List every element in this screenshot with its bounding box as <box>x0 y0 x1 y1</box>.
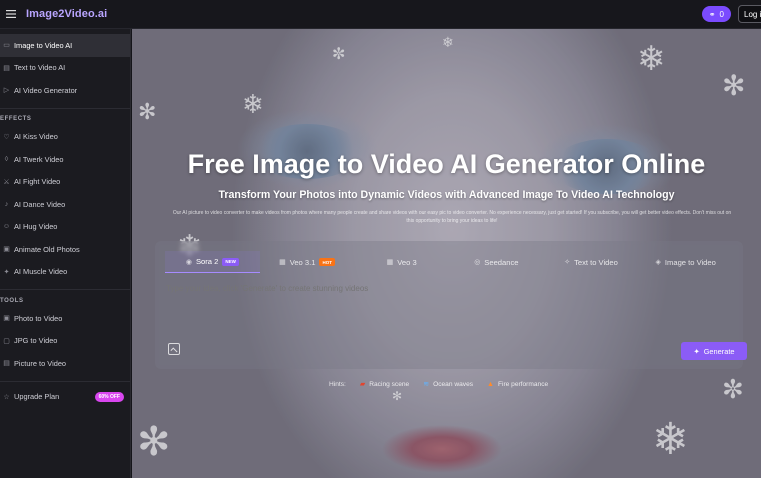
top-bar: Image2Video.ai ⚭ 0 Log i <box>0 0 761 29</box>
sidebar-item-ai-hug-video[interactable]: ☺ AI Hug Video <box>0 216 130 239</box>
fight-icon: ⚔ <box>3 178 10 186</box>
hot-badge: HOT <box>319 258 335 266</box>
page-title: Free Image to Video AI Generator Online <box>187 149 706 179</box>
seedance-icon: ◎ <box>474 259 481 266</box>
model-tabs: ◉ Sora 2 NEW ▦ Veo 3.1 HOT ▦ Veo 3 ◎ See… <box>165 251 733 273</box>
tab-label: Sora 2 <box>195 257 219 266</box>
hints-row: Hints: ▰ Racing scene ≋ Ocean waves ▲ Fi… <box>329 380 548 389</box>
tab-label: Text to Video <box>574 257 618 267</box>
photo-icon: ▣ <box>3 246 10 254</box>
credits-badge[interactable]: ⚭ 0 <box>701 6 731 22</box>
sidebar-item-text-to-video[interactable]: ▤ Text to Video AI <box>0 57 130 80</box>
hint-label: Ocean waves <box>433 380 474 388</box>
divider <box>0 107 130 109</box>
sidebar-item-label: Picture to Video <box>14 358 67 368</box>
tab-veo-3[interactable]: ▦ Veo 3 <box>354 251 449 273</box>
veo-icon: ▦ <box>386 259 394 266</box>
hero-section: ✻ ❄ ✼ ❄ ❄ ✻ ❄ ✻ ❄ ✼ ✻ Free Image to Vide… <box>132 29 761 478</box>
wave-icon: ≋ <box>423 381 430 388</box>
login-button[interactable]: Log i <box>738 5 761 23</box>
car-icon: ▰ <box>359 381 366 388</box>
sidebar-item-ai-fight-video[interactable]: ⚔ AI Fight Video <box>0 171 130 194</box>
tab-sora-2[interactable]: ◉ Sora 2 NEW <box>165 251 260 273</box>
page-subtitle: Transform Your Photos into Dynamic Video… <box>218 189 675 201</box>
tools-heading: TOOLS <box>0 297 24 304</box>
image-icon: ▭ <box>3 42 10 50</box>
hint-label: Fire performance <box>497 380 549 388</box>
tab-label: Seedance <box>484 257 519 267</box>
sidebar-item-label: AI Dance Video <box>14 199 66 209</box>
generator-panel: ◉ Sora 2 NEW ▦ Veo 3.1 HOT ▦ Veo 3 ◎ See… <box>155 241 747 369</box>
veo-icon: ▦ <box>279 259 286 266</box>
hint-racing-scene[interactable]: ▰ Racing scene <box>359 380 410 389</box>
sidebar-item-label: AI Hug Video <box>14 222 58 232</box>
tab-text-to-video[interactable]: ✧ Text to Video <box>544 251 639 273</box>
generate-label: Generate <box>703 346 735 356</box>
sidebar-item-label: Image to Video AI <box>14 40 73 50</box>
sidebar-item-label: AI Muscle Video <box>14 267 68 277</box>
upload-image-icon[interactable] <box>168 343 180 355</box>
sidebar-item-image-to-video[interactable]: ▭ Image to Video AI <box>0 34 130 57</box>
page-description: Our AI picture to video converter to mak… <box>172 210 732 224</box>
sidebar-item-ai-dance-video[interactable]: ♪ AI Dance Video <box>0 193 130 216</box>
sidebar-item-picture-to-video[interactable]: ▤ Picture to Video <box>0 352 130 375</box>
hints-label: Hints: <box>329 380 346 388</box>
tab-seedance[interactable]: ◎ Seedance <box>449 251 544 273</box>
document-icon: ▤ <box>3 64 10 72</box>
dance-icon: ◊ <box>4 155 9 163</box>
tab-veo-3-1[interactable]: ▦ Veo 3.1 HOT <box>260 251 355 273</box>
hug-icon: ☺ <box>2 223 11 231</box>
tab-label: Veo 3.1 <box>289 257 316 267</box>
dancer-icon: ♪ <box>4 200 9 208</box>
kiss-icon: ♡ <box>3 133 10 141</box>
app-logo[interactable]: Image2Video.ai <box>26 8 107 20</box>
sora-icon: ◉ <box>185 258 192 266</box>
sidebar-item-ai-twerk-video[interactable]: ◊ AI Twerk Video <box>0 148 130 171</box>
divider <box>0 289 130 290</box>
effects-heading: EFFECTS <box>0 116 32 122</box>
sidebar: ▭ Image to Video AI ▤ Text to Video AI ▷… <box>0 29 131 478</box>
hint-ocean-waves[interactable]: ≋ Ocean waves <box>423 380 474 389</box>
photo-icon: ▣ <box>3 315 10 323</box>
cube-icon: ◈ <box>655 259 661 266</box>
star-icon: ☆ <box>3 393 10 401</box>
sidebar-item-label: Animate Old Photos <box>14 244 80 254</box>
discount-badge: 60% OFF <box>94 391 124 402</box>
divider <box>0 380 130 382</box>
sidebar-item-jpg-to-video[interactable]: ▢ JPG to Video <box>0 330 130 353</box>
sidebar-item-label: Photo to Video <box>14 313 63 323</box>
video-icon: ▷ <box>3 87 10 95</box>
tab-image-to-video[interactable]: ◈ Image to Video <box>638 251 733 273</box>
picture-icon: ▤ <box>3 360 10 368</box>
muscle-icon: ✦ <box>3 268 10 276</box>
jpg-icon: ▢ <box>3 337 10 345</box>
hint-label: Racing scene <box>369 380 410 388</box>
generate-button[interactable]: ✦ Generate <box>681 342 747 360</box>
sidebar-item-animate-old-photos[interactable]: ▣ Animate Old Photos <box>0 238 130 261</box>
credits-count: 0 <box>719 9 724 19</box>
hint-fire-performance[interactable]: ▲ Fire performance <box>487 381 548 388</box>
sidebar-item-upgrade-plan[interactable]: ☆ Upgrade Plan 60% OFF <box>0 386 130 409</box>
prompt-input[interactable] <box>166 284 726 293</box>
sparkle-icon: ✧ <box>564 259 571 266</box>
sidebar-item-label: JPG to Video <box>14 336 58 346</box>
sidebar-item-label: AI Fight Video <box>14 177 61 187</box>
sidebar-item-ai-muscle-video[interactable]: ✦ AI Muscle Video <box>0 261 130 284</box>
tab-label: Image to Video <box>664 257 716 267</box>
sidebar-item-label: Text to Video AI <box>14 63 66 73</box>
menu-icon[interactable] <box>0 0 22 29</box>
new-badge: NEW <box>222 257 239 266</box>
sidebar-item-ai-kiss-video[interactable]: ♡ AI Kiss Video <box>0 126 130 149</box>
sidebar-item-label: AI Video Generator <box>14 85 78 95</box>
sidebar-item-photo-to-video[interactable]: ▣ Photo to Video <box>0 307 130 330</box>
coins-icon: ⚭ <box>708 9 716 19</box>
fire-icon: ▲ <box>487 380 494 388</box>
sparkle-icon: ✦ <box>693 346 700 356</box>
sidebar-item-ai-video-generator[interactable]: ▷ AI Video Generator <box>0 79 130 102</box>
tab-label: Veo 3 <box>397 257 417 267</box>
sidebar-item-label: AI Twerk Video <box>14 154 64 164</box>
sidebar-item-label: AI Kiss Video <box>14 132 58 142</box>
sidebar-item-label: Upgrade Plan <box>14 392 60 402</box>
